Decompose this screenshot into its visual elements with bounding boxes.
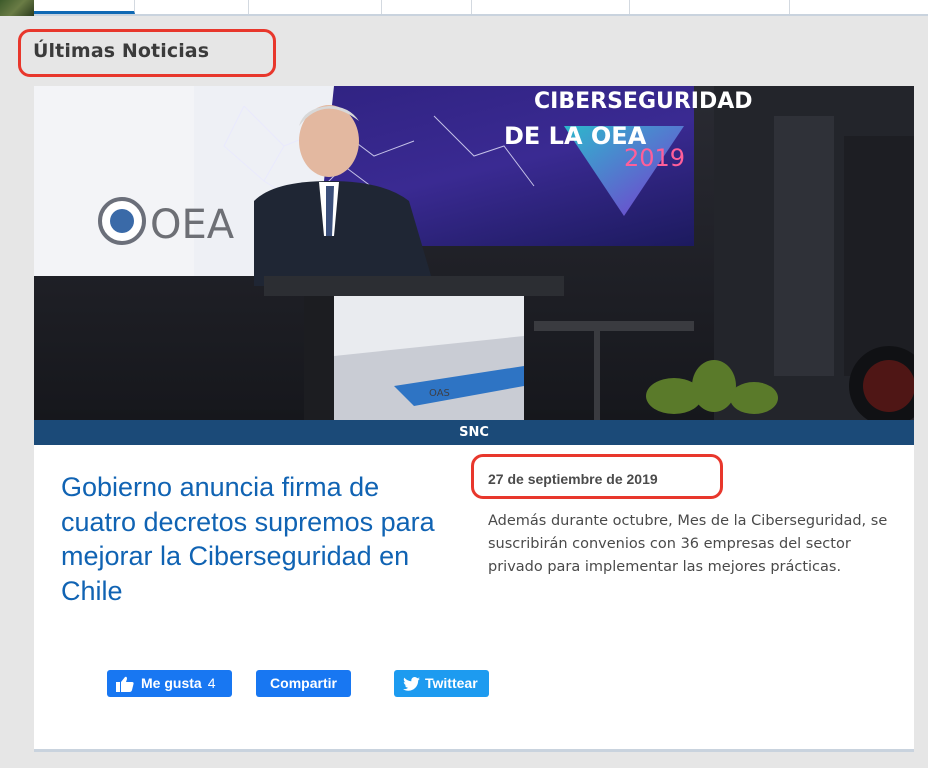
nav-tab[interactable] xyxy=(472,0,630,14)
nav-tab[interactable] xyxy=(135,0,249,14)
nav-tab[interactable] xyxy=(630,0,790,14)
twitter-tweet-button[interactable]: Twittear xyxy=(394,670,489,697)
nav-tab[interactable] xyxy=(790,0,928,14)
news-photo[interactable]: CIBERSEGURIDAD DE LA OEA 2019 OEA OAS xyxy=(34,86,914,420)
nav-tab[interactable] xyxy=(249,0,382,14)
top-nav xyxy=(0,0,928,16)
nav-thumbnail xyxy=(0,0,34,16)
screen-text-year: 2019 xyxy=(624,144,685,172)
source-label: SNC xyxy=(34,420,914,445)
like-count: 4 xyxy=(207,675,216,691)
annotation-circle-date xyxy=(471,454,723,499)
podium-logo-oas: OAS xyxy=(429,388,450,399)
screen-logo-oea: OEA xyxy=(150,202,235,248)
facebook-share-button[interactable]: Compartir xyxy=(256,670,351,697)
facebook-like-button[interactable]: Me gusta 4 xyxy=(107,670,232,697)
tweet-label: Twittear xyxy=(425,675,478,691)
nav-tab[interactable] xyxy=(382,0,472,14)
news-card: CIBERSEGURIDAD DE LA OEA 2019 OEA OAS SN… xyxy=(34,86,914,752)
article-summary: Además durante octubre, Mes de la Cibers… xyxy=(488,513,888,575)
twitter-bird-icon xyxy=(403,676,420,691)
share-label: Compartir xyxy=(270,675,337,691)
annotation-circle-title xyxy=(18,29,276,77)
nav-tab-active[interactable] xyxy=(34,0,135,14)
screen-text-line1: CIBERSEGURIDAD xyxy=(534,89,753,114)
thumbs-up-icon xyxy=(116,676,134,692)
like-label: Me gusta xyxy=(141,675,202,691)
article-headline[interactable]: Gobierno anuncia firma de cuatro decreto… xyxy=(61,470,451,608)
